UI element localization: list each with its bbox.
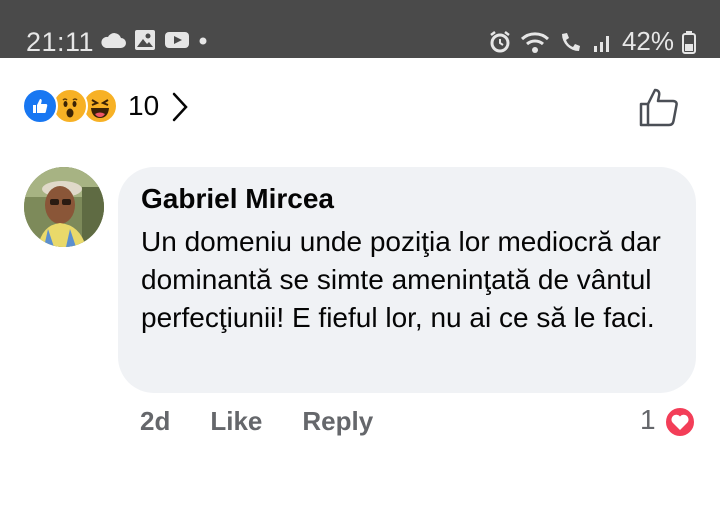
youtube-icon (165, 32, 189, 48)
comment-bubble: Gabriel Mircea Un domeniu unde poziţia l… (118, 167, 696, 393)
like-button[interactable]: Like (210, 406, 262, 437)
chevron-right-icon[interactable] (171, 92, 189, 122)
status-bar: 21:11 42% (0, 0, 720, 58)
alarm-icon (490, 30, 510, 52)
status-time: 21:11 (26, 27, 95, 57)
comment-reaction-count[interactable]: 1 (640, 404, 656, 436)
dot-icon (199, 37, 207, 45)
like-icon[interactable] (638, 86, 680, 128)
signal-icon (593, 35, 609, 52)
image-icon (135, 30, 155, 50)
battery-percent: 42% (621, 26, 674, 56)
love-reaction-icon[interactable] (663, 405, 697, 439)
comment-author[interactable]: Gabriel Mircea (141, 183, 334, 215)
avatar[interactable] (24, 167, 104, 247)
status-icons-left (100, 29, 216, 51)
reactions-summary[interactable]: 10 (22, 88, 189, 124)
cloud-icon (101, 33, 126, 48)
status-icons-right: 42% (480, 26, 696, 57)
wifi-icon (520, 31, 549, 53)
like-reaction-icon (22, 88, 58, 124)
comment-actions: 2d Like Reply (140, 406, 373, 437)
wifi-call-icon (561, 32, 580, 51)
reply-button[interactable]: Reply (302, 406, 373, 437)
reactions-count: 10 (128, 90, 160, 121)
battery-icon (682, 30, 696, 54)
comment-timestamp: 2d (140, 406, 171, 436)
comment-text: Un domeniu unde poziţia lor mediocră dar… (141, 226, 661, 333)
